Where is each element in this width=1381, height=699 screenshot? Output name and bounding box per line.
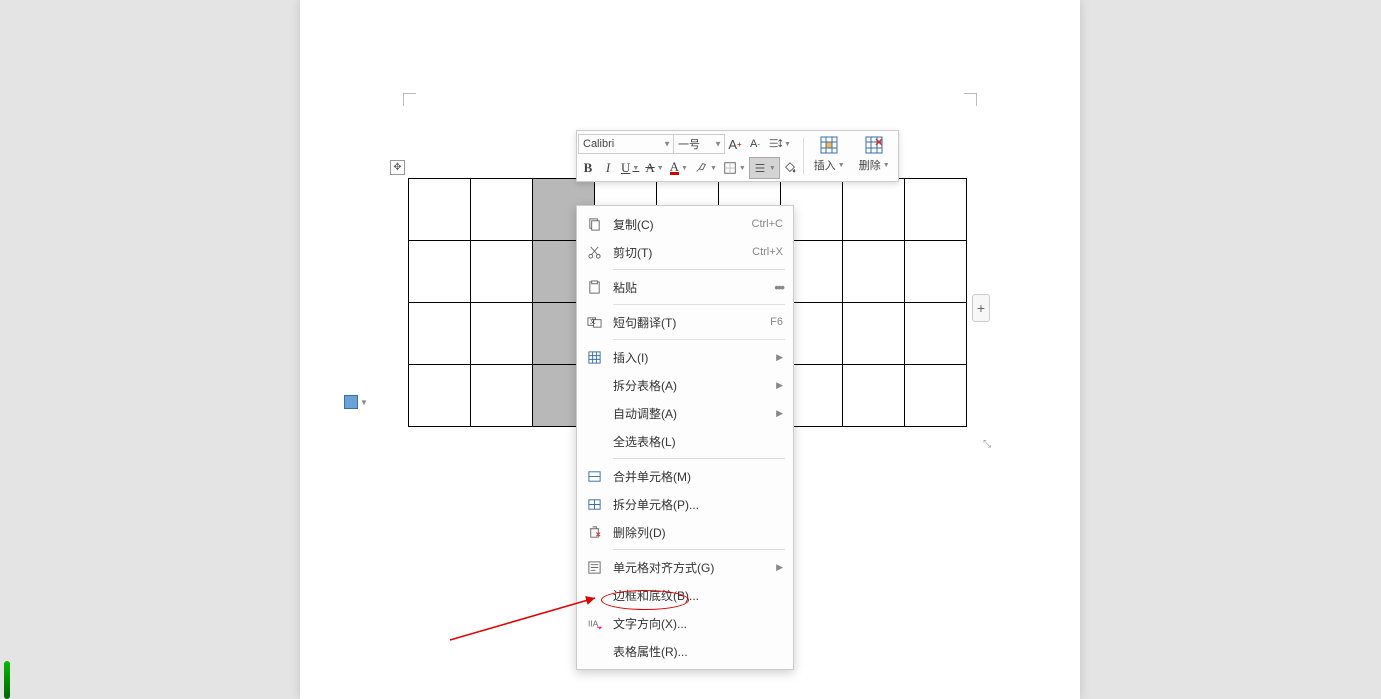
menu-text-direction[interactable]: IIA 文字方向(X)... — [577, 609, 793, 637]
font-color-button[interactable]: A▼ — [667, 157, 691, 179]
table-cell[interactable] — [843, 179, 905, 241]
copy-icon — [585, 215, 603, 233]
shrink-font-button[interactable]: A- — [745, 133, 765, 155]
table-cell[interactable] — [843, 241, 905, 303]
chevron-right-icon: ▶ — [776, 380, 783, 391]
table-cell[interactable] — [409, 365, 471, 427]
delete-label: 删除 — [859, 157, 881, 173]
scrollbar-indicator — [4, 661, 10, 699]
grow-font-button[interactable]: A+ — [725, 133, 745, 155]
separator — [613, 339, 785, 340]
table-cell[interactable] — [905, 179, 967, 241]
shading-button[interactable] — [780, 157, 800, 179]
table-cell[interactable] — [905, 303, 967, 365]
table-cell[interactable] — [471, 365, 533, 427]
paste-options-button[interactable]: ▼ — [344, 393, 368, 411]
table-cell[interactable] — [471, 303, 533, 365]
menu-cell-align[interactable]: 单元格对齐方式(G) ▶ — [577, 553, 793, 581]
chevron-down-icon: ▼ — [360, 398, 368, 407]
table-cell[interactable] — [905, 241, 967, 303]
mini-toolbar: Calibri ▼ 一号 ▼ A+ A- ▼ B — [576, 130, 899, 182]
cut-icon — [585, 243, 603, 261]
menu-cut[interactable]: 剪切(T) Ctrl+X — [577, 238, 793, 266]
insert-table-icon — [820, 136, 838, 154]
table-cell[interactable] — [471, 179, 533, 241]
menu-merge-cells[interactable]: 合并单元格(M) — [577, 462, 793, 490]
menu-select-table[interactable]: 全选表格(L) — [577, 427, 793, 455]
text-direction-icon: IIA — [585, 614, 603, 632]
menu-translate[interactable]: 文 短句翻译(T) F6 — [577, 308, 793, 336]
paste-icon — [585, 278, 603, 296]
insert-label: 插入 — [814, 157, 836, 173]
table-cell[interactable] — [409, 303, 471, 365]
chevron-down-icon: ▼ — [883, 162, 890, 169]
merge-icon — [585, 467, 603, 485]
table-cell[interactable] — [471, 241, 533, 303]
table-move-handle[interactable]: ✥ — [390, 160, 405, 175]
translate-icon: 文 — [585, 313, 603, 331]
chevron-down-icon: ▼ — [710, 165, 717, 172]
svg-text:IIA: IIA — [587, 618, 598, 628]
strikethrough-button[interactable]: A▼ — [642, 157, 666, 179]
separator — [613, 458, 785, 459]
context-menu: 复制(C) Ctrl+C 剪切(T) Ctrl+X 粘贴 ••• 文 短句翻译(… — [576, 205, 794, 670]
font-name-field[interactable]: Calibri ▼ — [578, 134, 674, 154]
more-icon: ••• — [774, 279, 783, 295]
chevron-right-icon: ▶ — [776, 408, 783, 419]
italic-button[interactable]: I — [598, 157, 618, 179]
align-button[interactable]: ▼ — [749, 157, 780, 179]
menu-copy[interactable]: 复制(C) Ctrl+C — [577, 210, 793, 238]
chevron-down-icon: ▼ — [739, 165, 746, 172]
font-size-value: 一号 — [678, 136, 700, 152]
separator — [613, 549, 785, 550]
chevron-down-icon: ▼ — [784, 141, 791, 148]
delete-column-icon — [585, 523, 603, 541]
highlight-button[interactable]: ▼ — [691, 157, 720, 179]
paste-icon — [344, 395, 358, 409]
delete-group[interactable]: 删除▼ — [852, 132, 897, 180]
menu-table-properties[interactable]: 表格属性(R)... — [577, 637, 793, 665]
chevron-down-icon: ▼ — [632, 164, 639, 172]
chevron-down-icon: ▼ — [714, 140, 722, 149]
menu-borders-shading[interactable]: 边框和底纹(B)... — [577, 581, 793, 609]
chevron-down-icon: ▼ — [657, 165, 664, 172]
menu-delete-column[interactable]: 删除列(D) — [577, 518, 793, 546]
borders-button[interactable]: ▼ — [720, 157, 749, 179]
chevron-right-icon: ▶ — [776, 562, 783, 573]
chevron-down-icon: ▼ — [769, 165, 776, 172]
split-cell-icon — [585, 495, 603, 513]
table-resize-handle[interactable]: ⤡ — [980, 437, 994, 451]
font-name-value: Calibri — [583, 138, 614, 150]
insert-group[interactable]: 插入▼ — [807, 132, 852, 180]
separator — [803, 138, 804, 174]
line-spacing-button[interactable]: ▼ — [765, 133, 794, 155]
align-icon — [585, 558, 603, 576]
chevron-down-icon: ▼ — [663, 140, 671, 149]
underline-button[interactable]: U▼ — [618, 157, 642, 179]
delete-table-icon — [865, 136, 883, 154]
bold-button[interactable]: B — [578, 157, 598, 179]
chevron-right-icon: ▶ — [776, 352, 783, 363]
separator — [613, 269, 785, 270]
table-cell[interactable] — [905, 365, 967, 427]
menu-split-cells[interactable]: 拆分单元格(P)... — [577, 490, 793, 518]
chevron-down-icon: ▼ — [838, 162, 845, 169]
add-column-button[interactable]: + — [972, 294, 990, 322]
font-size-field[interactable]: 一号 ▼ — [673, 134, 725, 154]
svg-text:文: 文 — [589, 317, 595, 325]
menu-insert[interactable]: 插入(I) ▶ — [577, 343, 793, 371]
menu-paste[interactable]: 粘贴 ••• — [577, 273, 793, 301]
menu-split-table[interactable]: 拆分表格(A) ▶ — [577, 371, 793, 399]
table-cell[interactable] — [843, 365, 905, 427]
separator — [613, 304, 785, 305]
menu-autofit[interactable]: 自动调整(A) ▶ — [577, 399, 793, 427]
table-cell[interactable] — [409, 179, 471, 241]
table-cell[interactable] — [409, 241, 471, 303]
chevron-down-icon: ▼ — [681, 165, 688, 172]
insert-icon — [585, 348, 603, 366]
table-cell[interactable] — [843, 303, 905, 365]
